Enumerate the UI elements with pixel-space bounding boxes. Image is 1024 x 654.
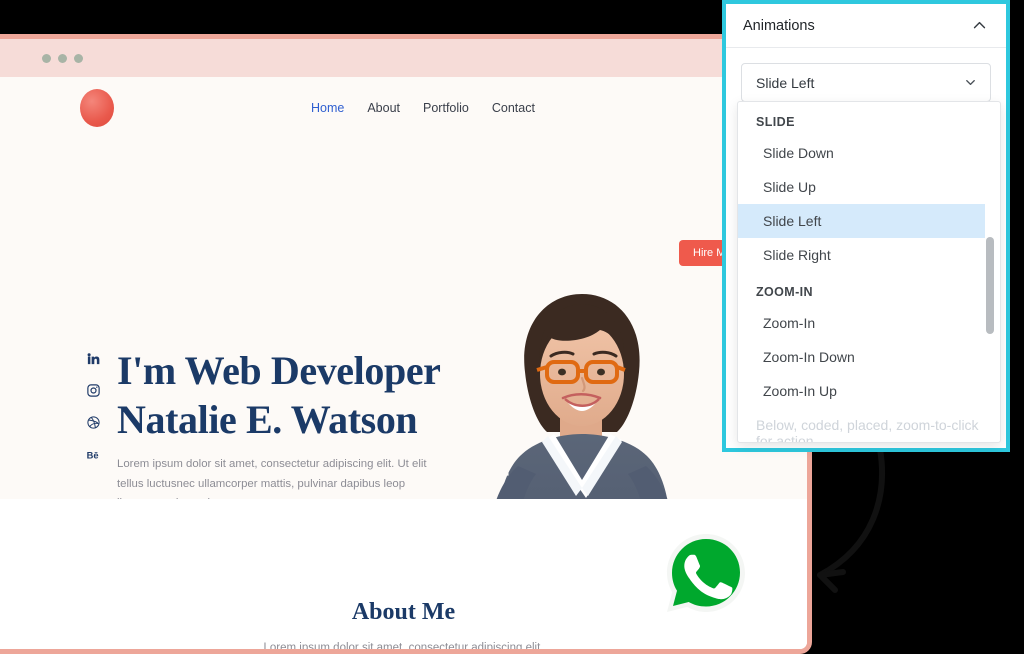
animation-options-dropdown[interactable]: SLIDE Slide Down Slide Up Slide Left Sli…	[737, 101, 1001, 443]
option-group-zoom-in: ZOOM-IN	[756, 285, 813, 299]
option-slide-up[interactable]: Slide Up	[738, 170, 985, 204]
hero-section: Bē I'm Web Developer Natalie E. Watson L…	[0, 139, 807, 649]
nav-item-contact[interactable]: Contact	[492, 101, 535, 115]
option-cut-off-text: Below, coded, placed, zoom-to-click for …	[756, 417, 979, 443]
animations-panel: Animations Slide Left SLIDE Slide Down S…	[722, 0, 1010, 452]
browser-titlebar	[0, 39, 807, 77]
option-slide-left[interactable]: Slide Left	[738, 204, 985, 238]
window-dot-maximize[interactable]	[74, 53, 83, 63]
option-zoom-in[interactable]: Zoom-In	[738, 306, 985, 340]
nav-item-home[interactable]: Home	[311, 101, 344, 115]
option-group-slide: SLIDE	[756, 115, 795, 129]
option-zoom-in-down[interactable]: Zoom-In Down	[738, 340, 985, 374]
about-subtitle: Lorem ipsum dolor sit amet, consectetur …	[263, 642, 544, 654]
hero-title-line1: I'm Web Developer	[117, 348, 441, 393]
nav-item-about[interactable]: About	[367, 101, 400, 115]
whatsapp-icon[interactable]	[663, 530, 749, 616]
dropdown-scrollbar-thumb[interactable]	[986, 237, 994, 334]
instagram-icon[interactable]	[86, 383, 102, 399]
hero-title: I'm Web Developer Natalie E. Watson	[117, 347, 441, 445]
site-header: Home About Portfolio Contact	[0, 77, 807, 139]
panel-title: Animations	[743, 17, 815, 34]
option-zoom-in-up[interactable]: Zoom-In Up	[738, 374, 985, 408]
linkedin-icon[interactable]	[86, 351, 102, 367]
animation-select[interactable]: Slide Left	[741, 63, 991, 102]
window-dot-minimize[interactable]	[58, 53, 67, 63]
option-slide-down[interactable]: Slide Down	[738, 136, 985, 170]
animations-panel-header[interactable]: Animations	[726, 4, 1006, 48]
curved-arrow-icon	[745, 435, 935, 615]
svg-text:Bē: Bē	[87, 450, 99, 460]
hero-title-line2: Natalie E. Watson	[117, 396, 418, 442]
nav-item-portfolio[interactable]: Portfolio	[423, 101, 469, 115]
social-links-rail: Bē	[86, 351, 102, 463]
window-dot-close[interactable]	[42, 53, 51, 63]
site-nav-links: Home About Portfolio Contact	[311, 101, 535, 115]
behance-icon[interactable]: Bē	[86, 447, 102, 463]
dribbble-icon[interactable]	[86, 415, 102, 431]
site-logo[interactable]	[80, 89, 114, 127]
animation-options-list: SLIDE Slide Down Slide Up Slide Left Sli…	[738, 102, 985, 443]
option-slide-right[interactable]: Slide Right	[738, 238, 985, 272]
chevron-up-icon[interactable]	[971, 17, 988, 34]
animation-select-value: Slide Left	[756, 74, 815, 91]
chevron-down-icon[interactable]	[963, 75, 978, 90]
